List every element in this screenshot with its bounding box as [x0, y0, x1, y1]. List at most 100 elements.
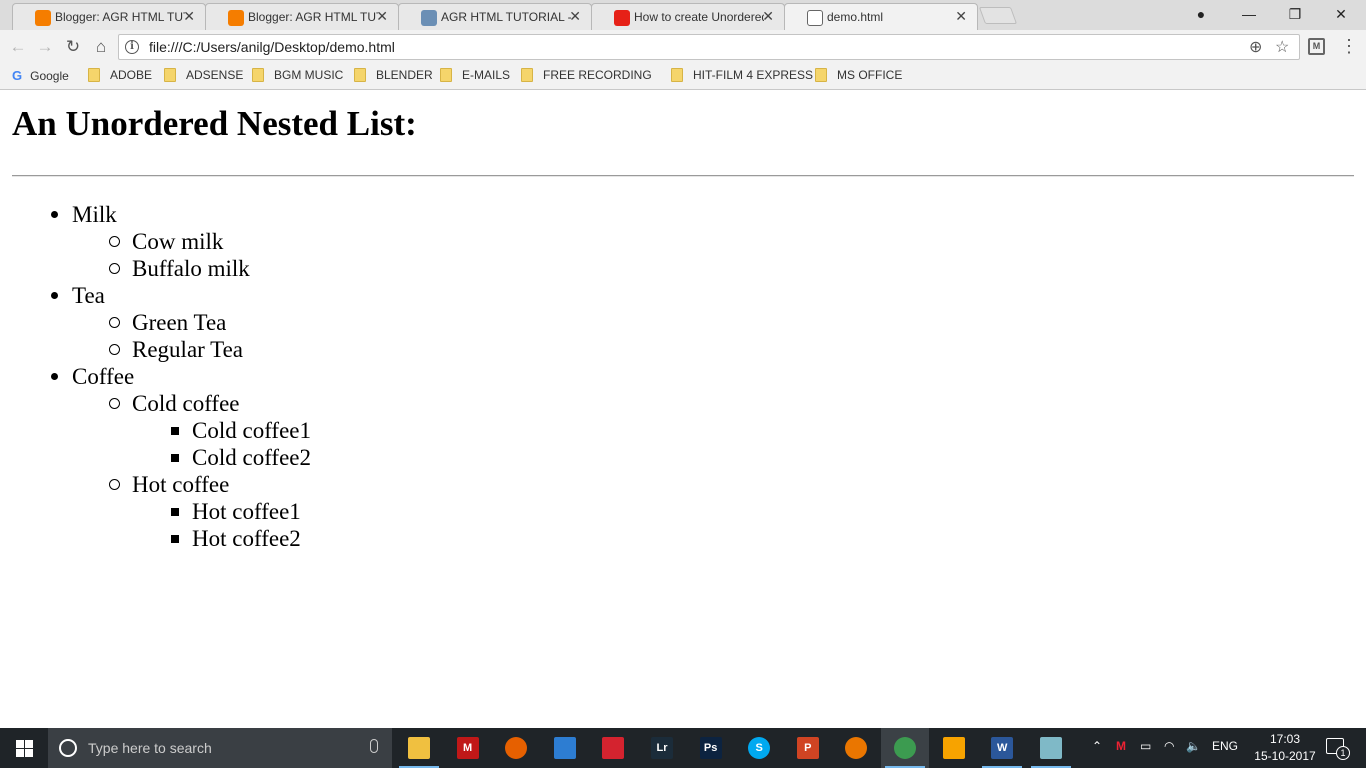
- new-tab-button[interactable]: [978, 7, 1018, 24]
- taskbar-app[interactable]: S: [735, 728, 783, 768]
- minimize-icon[interactable]: —: [1226, 0, 1272, 28]
- square-bullet: [171, 454, 179, 462]
- folder-icon: [440, 68, 452, 82]
- volume-icon[interactable]: 🔈: [1186, 739, 1201, 753]
- battery-icon[interactable]: ▭: [1140, 739, 1151, 753]
- page-heading: An Unordered Nested List:: [12, 104, 417, 143]
- taskbar-app[interactable]: [881, 728, 929, 768]
- taskbar-app[interactable]: [930, 728, 978, 768]
- disc-bullet: [51, 211, 58, 218]
- action-center-icon[interactable]: 1: [1326, 738, 1350, 760]
- browser-tab[interactable]: demo.html ✕: [784, 3, 978, 30]
- bookmark-google[interactable]: G Google: [12, 68, 69, 83]
- tab-label: AGR HTML TUTORIAL - B: [441, 10, 571, 24]
- forward-icon[interactable]: →: [34, 36, 56, 58]
- bookmark-folder[interactable]: BGM MUSIC: [252, 68, 343, 82]
- circle-bullet: [109, 398, 120, 409]
- list-item-text: Cold coffee2: [192, 445, 312, 470]
- skype-icon: S: [748, 737, 771, 759]
- profile-icon[interactable]: ●: [1178, 0, 1224, 28]
- circle-bullet: [109, 479, 120, 490]
- browser-tab[interactable]: AGR HTML TUTORIAL - B ✕: [398, 3, 592, 30]
- taskbar-app[interactable]: [832, 728, 880, 768]
- extension-icon[interactable]: M: [1308, 38, 1325, 55]
- list-item: Coffee: [0, 363, 311, 390]
- page-content: An Unordered Nested List: Milk Cow milk Bu…: [0, 91, 1366, 728]
- bookmark-folder[interactable]: FREE RECORDING SO: [521, 68, 655, 82]
- tab-close-icon[interactable]: ✕: [183, 8, 195, 25]
- circle-bullet: [109, 236, 120, 247]
- blender-icon: [845, 737, 868, 759]
- browser-tab[interactable]: Blogger: AGR HTML TUTO✕: [12, 3, 206, 30]
- bookmark-folder[interactable]: E-MAILS: [440, 68, 510, 82]
- tab-close-icon[interactable]: ✕: [955, 8, 967, 25]
- square-bullet: [171, 427, 179, 435]
- back-icon[interactable]: ←: [7, 36, 29, 58]
- language-indicator[interactable]: ENG: [1212, 739, 1238, 753]
- taskbar-app[interactable]: [395, 728, 443, 768]
- windows-icon: [15, 739, 33, 757]
- bookmark-folder[interactable]: BLENDER: [354, 68, 433, 82]
- bookmark-folder[interactable]: ADOBE: [88, 68, 152, 82]
- taskbar: Type here to search M Lr Ps S P W ⌃ M ▭ ◠ 🔈 E…: [0, 728, 1366, 768]
- tab-label: Blogger: AGR HTML TUTO: [248, 10, 378, 24]
- clock[interactable]: 17:03 15-10-2017: [1252, 731, 1318, 765]
- address-bar[interactable]: i file:///C:/Users/anilg/Desktop/demo.ht…: [118, 34, 1300, 60]
- start-button[interactable]: [0, 728, 48, 768]
- info-icon[interactable]: i: [125, 40, 139, 54]
- browser-tab[interactable]: How to create Unordered ✕: [591, 3, 785, 30]
- taskbar-app[interactable]: W: [978, 728, 1026, 768]
- disc-bullet: [51, 373, 58, 380]
- photoshop-icon: Ps: [699, 737, 722, 759]
- bookmarks-bar: G Google ADOBE ADSENSE BGM MUSIC BLENDER…: [0, 63, 1366, 90]
- circle-bullet: [109, 344, 120, 355]
- disc-bullet: [51, 292, 58, 299]
- tab-close-icon[interactable]: ✕: [762, 8, 774, 25]
- list-item: Cold coffee: [0, 390, 311, 417]
- list-item-text: Green Tea: [132, 310, 227, 335]
- taskbar-search[interactable]: Type here to search: [48, 728, 392, 768]
- microphone-icon[interactable]: [370, 739, 378, 753]
- taskbar-app[interactable]: [492, 728, 540, 768]
- taskbar-app[interactable]: M: [444, 728, 492, 768]
- taskbar-app[interactable]: P: [784, 728, 832, 768]
- bookmark-folder[interactable]: MS OFFICE: [815, 68, 902, 82]
- taskbar-app[interactable]: Ps: [687, 728, 735, 768]
- file-explorer-icon: [408, 737, 430, 759]
- home-icon[interactable]: ⌂: [90, 36, 112, 58]
- chrome-icon: [894, 737, 916, 759]
- file-icon: [807, 10, 823, 26]
- menu-icon[interactable]: ⋮: [1340, 36, 1358, 57]
- zoom-icon[interactable]: ⊕: [1249, 37, 1262, 57]
- close-window-icon[interactable]: ✕: [1318, 0, 1364, 28]
- list-item-text: Hot coffee1: [192, 499, 301, 524]
- taskbar-app[interactable]: [541, 728, 589, 768]
- tab-close-icon[interactable]: ✕: [569, 8, 581, 25]
- folder-icon: [521, 68, 533, 82]
- browser-toolbar: ← → ↻ ⌂ i file:///C:/Users/anilg/Desktop…: [0, 30, 1366, 63]
- clock-time: 17:03: [1269, 732, 1301, 746]
- folder-icon: [354, 68, 366, 82]
- restore-icon[interactable]: ❐: [1272, 0, 1318, 28]
- browser-tab[interactable]: Blogger: AGR HTML TUTO✕: [205, 3, 399, 30]
- taskbar-app[interactable]: Lr: [638, 728, 686, 768]
- show-hidden-icons-icon[interactable]: ⌃: [1092, 739, 1102, 753]
- circle-bullet: [109, 317, 120, 328]
- mcafee-tray-icon[interactable]: M: [1116, 739, 1126, 753]
- wifi-icon[interactable]: ◠: [1164, 739, 1174, 753]
- notification-count: 1: [1336, 746, 1350, 760]
- bookmark-folder[interactable]: HIT-FILM 4 EXPRESS: [671, 68, 813, 82]
- mcafee-icon: M: [456, 737, 479, 759]
- tab-close-icon[interactable]: ✕: [376, 8, 388, 25]
- list-item: Tea: [0, 282, 311, 309]
- bookmark-star-icon[interactable]: ☆: [1275, 37, 1289, 57]
- list-item: Green Tea: [0, 309, 311, 336]
- list-item-text: Cold coffee1: [192, 418, 312, 443]
- word-icon: W: [991, 737, 1014, 759]
- news-icon: [553, 737, 576, 759]
- folder-icon: [671, 68, 683, 82]
- bookmark-folder[interactable]: ADSENSE: [164, 68, 243, 82]
- reload-icon[interactable]: ↻: [62, 36, 84, 58]
- taskbar-app[interactable]: [1027, 728, 1075, 768]
- taskbar-app[interactable]: [589, 728, 637, 768]
